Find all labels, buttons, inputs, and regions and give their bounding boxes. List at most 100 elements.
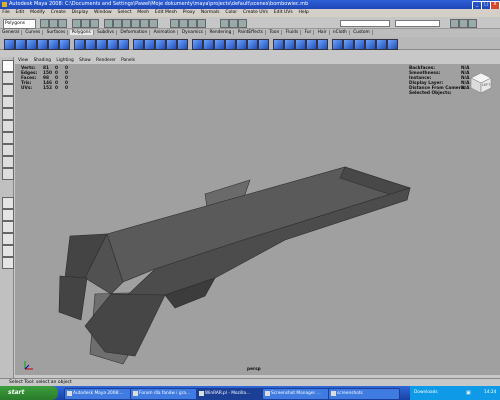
layout-uvs-icon[interactable] <box>387 39 398 50</box>
lasso-tool-icon[interactable] <box>2 72 14 84</box>
panel-menu-lighting[interactable]: Lighting <box>54 58 75 63</box>
fill-hole-icon[interactable] <box>166 39 177 50</box>
single-perspective-layout-icon[interactable] <box>2 197 14 209</box>
taskbar-item-winrar[interactable]: WinRAR.pl - Mozilla... <box>196 388 268 400</box>
menu-help[interactable]: Help <box>296 10 311 15</box>
triangulate-icon[interactable] <box>144 39 155 50</box>
merge-vertices-icon[interactable] <box>273 39 284 50</box>
taskbar-item-forum[interactable]: Forum dla fanów i gra... <box>130 388 202 400</box>
menu-normals[interactable]: Normals <box>199 10 222 15</box>
panel-menu-panels[interactable]: Panels <box>119 58 137 63</box>
paint-select-tool-icon[interactable] <box>2 84 14 96</box>
filter-icon[interactable] <box>140 19 149 28</box>
extract-icon[interactable] <box>96 39 107 50</box>
taskbar-item-screenshot-manager[interactable]: Screenshot Manager ... <box>262 388 334 400</box>
select-component-icon[interactable] <box>90 19 99 28</box>
last-tool-icon[interactable] <box>2 168 14 180</box>
hypershade-layout-icon[interactable] <box>2 245 14 257</box>
combine-icon[interactable] <box>74 39 85 50</box>
render-settings-icon[interactable] <box>238 19 247 28</box>
manipulator-tool-icon[interactable] <box>2 132 14 144</box>
close-button[interactable]: x <box>490 1 500 9</box>
menu-create-uvs[interactable]: Create UVs <box>241 10 270 15</box>
menu-edit[interactable]: Edit <box>13 10 26 15</box>
show-attribute-editor-icon[interactable] <box>459 19 468 28</box>
menu-edit-uvs[interactable]: Edit UVs <box>272 10 295 15</box>
menu-select[interactable]: Select <box>115 10 133 15</box>
split-polygon-icon[interactable] <box>225 39 236 50</box>
bevel-icon[interactable] <box>258 39 269 50</box>
snap-curve-icon[interactable] <box>179 19 188 28</box>
poly-cylinder-icon[interactable] <box>26 39 37 50</box>
save-scene-icon[interactable] <box>58 19 67 28</box>
bridge-icon[interactable] <box>203 39 214 50</box>
shelf-tab-general[interactable]: General <box>0 30 22 35</box>
snap-grid-icon[interactable] <box>170 19 179 28</box>
taskbar-item-maya[interactable]: Autodesk Maya 2008:... <box>64 388 136 400</box>
wedge-icon[interactable] <box>317 39 328 50</box>
shelf-tab-fur[interactable]: Fur <box>302 30 315 35</box>
planar-mapping-icon[interactable] <box>332 39 343 50</box>
shelf-tab-custom[interactable]: Custom <box>351 30 373 35</box>
panel-menu-view[interactable]: View <box>16 58 30 63</box>
taskbar-item-screenshots[interactable]: screenshots <box>328 388 400 400</box>
perspective-graph-layout-icon[interactable] <box>2 233 14 245</box>
menu-modify[interactable]: Modify <box>28 10 47 15</box>
collapse-icon[interactable] <box>284 39 295 50</box>
value-field[interactable] <box>395 20 440 27</box>
rotate-tool-icon[interactable] <box>2 108 14 120</box>
filter-icon[interactable] <box>131 19 140 28</box>
menu-mesh[interactable]: Mesh <box>135 10 151 15</box>
menu-create[interactable]: Create <box>49 10 68 15</box>
shelf-tab-painteffects[interactable]: PaintEffects <box>235 30 267 35</box>
automatic-mapping-icon[interactable] <box>365 39 376 50</box>
shelf-tab-polygons[interactable]: Polygons <box>69 30 94 35</box>
poly-cube-icon[interactable] <box>15 39 26 50</box>
boolean-icon[interactable] <box>118 39 129 50</box>
show-channel-box-icon[interactable] <box>450 19 459 28</box>
filter-icon[interactable] <box>113 19 122 28</box>
reduce-icon[interactable] <box>177 39 188 50</box>
show-manipulator-tool-icon[interactable] <box>2 156 14 168</box>
menu-display[interactable]: Display <box>69 10 90 15</box>
poly-torus-icon[interactable] <box>59 39 70 50</box>
poly-plane-icon[interactable] <box>48 39 59 50</box>
shelf-tab-ncloth[interactable]: nCloth <box>330 30 350 35</box>
mode-selector[interactable]: Polygons <box>3 19 36 29</box>
tray-icons[interactable]: ▣ <box>466 386 471 400</box>
filter-icon[interactable] <box>104 19 113 28</box>
smooth-icon[interactable] <box>107 39 118 50</box>
select-tool-icon[interactable] <box>2 60 14 72</box>
shelf-tab-deformation[interactable]: Deformation <box>118 30 151 35</box>
delete-edge-icon[interactable] <box>295 39 306 50</box>
select-hierarchy-icon[interactable] <box>72 19 81 28</box>
shelf-tab-animation[interactable]: Animation <box>151 30 179 35</box>
poly-sphere-icon[interactable] <box>4 39 15 50</box>
render-icon[interactable] <box>220 19 229 28</box>
snap-point-icon[interactable] <box>188 19 197 28</box>
cylindrical-mapping-icon[interactable] <box>343 39 354 50</box>
start-button[interactable]: start <box>0 386 58 400</box>
snap-plane-icon[interactable] <box>197 19 206 28</box>
panel-menu-shading[interactable]: Shading <box>32 58 53 63</box>
shelf-tab-dynamics[interactable]: Dynamics <box>179 30 207 35</box>
poly-cone-icon[interactable] <box>37 39 48 50</box>
soft-modification-tool-icon[interactable] <box>2 144 14 156</box>
shelf-tab-hair[interactable]: Hair <box>315 30 330 35</box>
shelf-tab-curves[interactable]: Curves <box>23 30 44 35</box>
shelf-tab-rendering[interactable]: Rendering <box>207 30 235 35</box>
spherical-mapping-icon[interactable] <box>354 39 365 50</box>
menu-proxy[interactable]: Proxy <box>181 10 198 15</box>
scale-tool-icon[interactable] <box>2 120 14 132</box>
ipr-render-icon[interactable] <box>229 19 238 28</box>
append-polygon-icon[interactable] <box>214 39 225 50</box>
panel-menu-renderer[interactable]: Renderer <box>94 58 118 63</box>
menu-edit-mesh[interactable]: Edit Mesh <box>153 10 179 15</box>
insert-edge-loop-icon[interactable] <box>236 39 247 50</box>
menu-window[interactable]: Window <box>92 10 114 15</box>
filter-icon[interactable] <box>122 19 131 28</box>
tray-downloads[interactable]: Downloads <box>414 390 438 395</box>
uv-editor-icon[interactable] <box>376 39 387 50</box>
four-view-layout-icon[interactable] <box>2 209 14 221</box>
chamfer-icon[interactable] <box>306 39 317 50</box>
